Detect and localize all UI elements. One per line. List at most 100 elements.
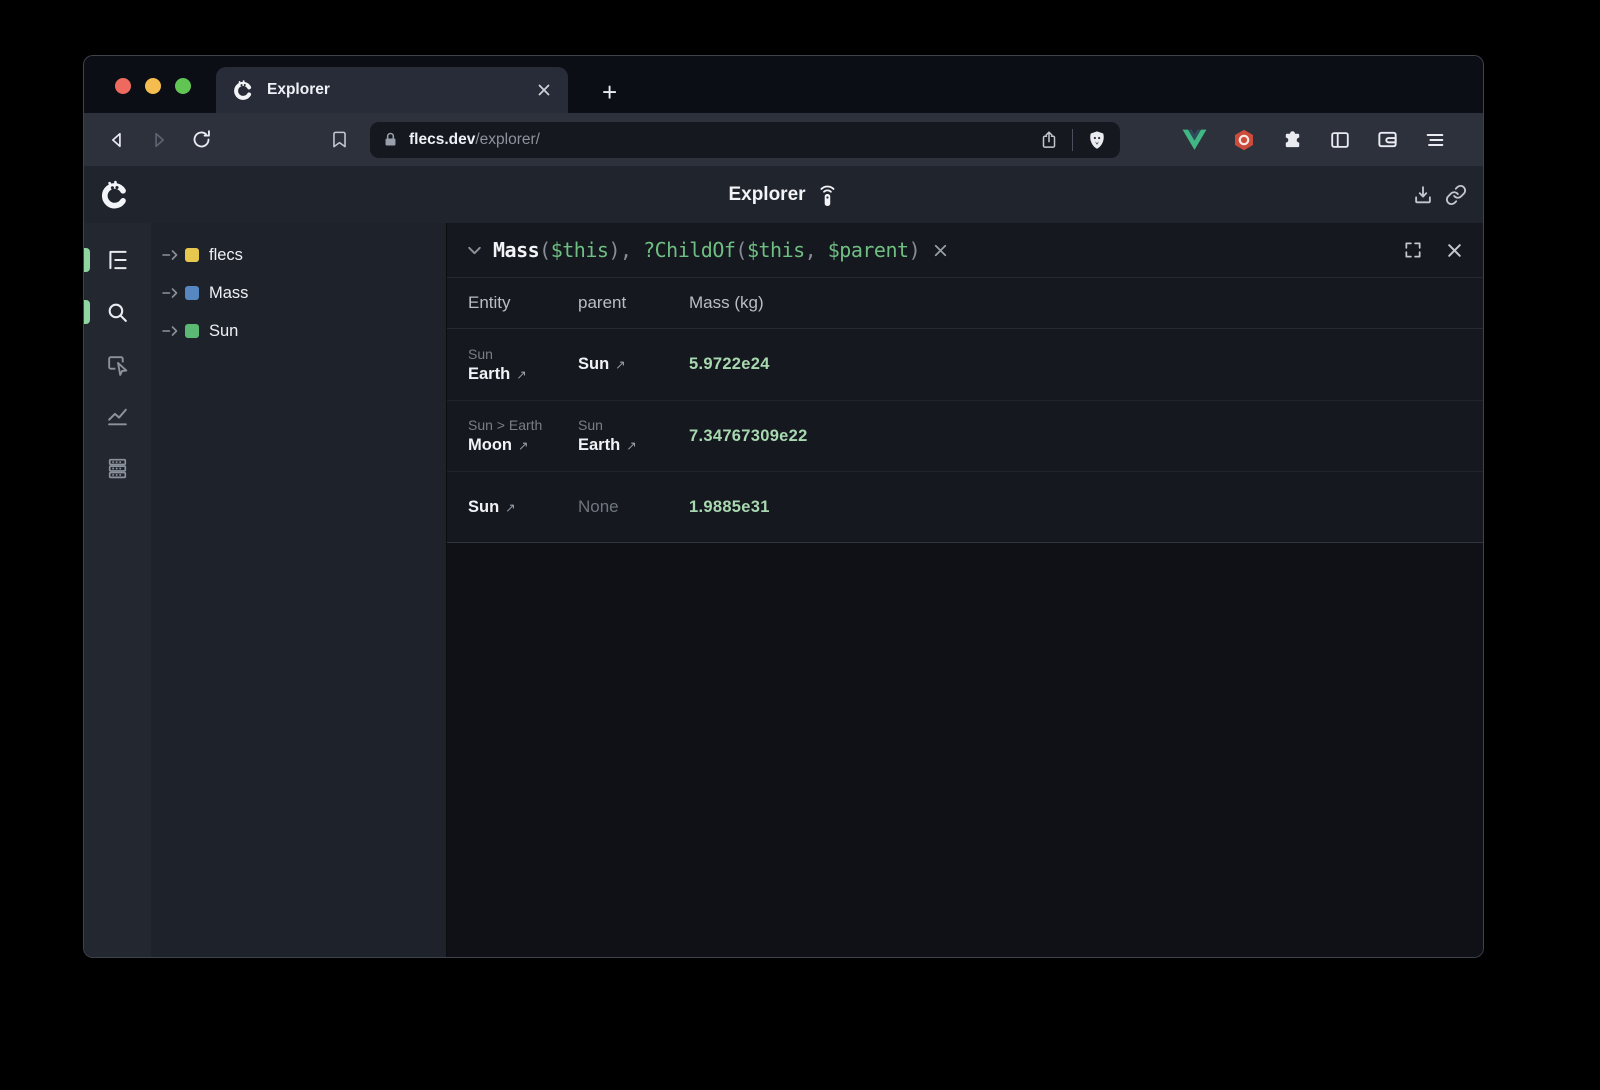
query-token-var: $this <box>551 238 609 262</box>
column-header-mass: Mass (kg) <box>689 293 1483 313</box>
vue-devtools-extension-icon[interactable] <box>1182 129 1207 151</box>
query-token-punct: ) <box>608 238 620 262</box>
query-expression[interactable]: Mass($this), ?ChildOf($this, $parent) <box>493 238 920 262</box>
mass-value: 1.9885e31 <box>689 498 770 516</box>
parent-link[interactable]: Earth↗ <box>578 436 689 455</box>
external-link-icon: ↗ <box>518 439 528 453</box>
hexagon-extension-icon[interactable] <box>1232 128 1256 152</box>
extensions-puzzle-icon[interactable] <box>1281 128 1304 151</box>
mass-value: 5.9722e24 <box>689 355 770 373</box>
column-header-entity: Entity <box>447 293 578 313</box>
chevron-down-icon[interactable] <box>466 242 483 259</box>
copy-link-icon[interactable] <box>1445 184 1467 206</box>
tree-expand-arrow-icon[interactable] <box>161 249 180 261</box>
mass-value: 7.34767309e22 <box>689 427 808 445</box>
active-panel-indicator-search <box>84 300 90 324</box>
explorer-main: flecs Mass Sun Mass($this), ?ChildOf($this… <box>84 223 1483 957</box>
entity-link[interactable]: Sun↗ <box>468 498 578 517</box>
mass-cell: 1.9885e31 <box>689 498 1483 517</box>
tree-expand-arrow-icon[interactable] <box>161 325 180 337</box>
traffic-lights <box>115 78 191 94</box>
table-row: Sun > Earth Moon↗Sun Earth↗7.34767309e22 <box>447 400 1483 471</box>
search-icon[interactable] <box>105 299 131 325</box>
entity-cell: Sun Earth↗ <box>447 346 578 384</box>
tree-item-mass[interactable]: Mass <box>151 274 446 312</box>
entity-link[interactable]: Moon↗ <box>468 436 578 455</box>
flecs-logo-icon <box>99 179 130 210</box>
tables-icon[interactable] <box>105 455 131 481</box>
query-token-var: ?ChildOf <box>643 238 735 262</box>
external-link-icon: ↗ <box>626 439 636 453</box>
external-link-icon: ↗ <box>505 501 515 515</box>
bookmark-icon[interactable] <box>322 123 356 157</box>
column-header-parent: parent <box>578 293 689 313</box>
active-panel-indicator-tree <box>84 248 90 272</box>
url-path: /explorer/ <box>475 131 540 148</box>
explorer-page-header: Explorer <box>84 166 1483 223</box>
results-table-body: SunEarth↗Sun↗5.9722e24Sun > EarthMoon↗Su… <box>447 329 1483 543</box>
query-token-punct: , <box>805 238 828 262</box>
flecs-favicon-icon <box>232 79 254 101</box>
parent-cell: None <box>578 497 689 517</box>
external-link-icon: ↗ <box>516 368 526 382</box>
tab-close-icon[interactable] <box>536 82 552 98</box>
query-token-punct: ( <box>735 238 747 262</box>
query-token-punct: ) <box>909 238 921 262</box>
entity-cell: Sun > Earth Moon↗ <box>447 417 578 455</box>
results-table-header: Entity parent Mass (kg) <box>447 278 1483 329</box>
new-tab-button[interactable]: + <box>602 79 617 105</box>
parent-link[interactable]: Sun↗ <box>578 355 689 374</box>
entity-tree-panel: flecs Mass Sun <box>151 223 446 957</box>
entity-color-swatch <box>185 286 199 300</box>
stats-chart-icon[interactable] <box>105 403 131 429</box>
external-link-icon: ↗ <box>615 358 625 372</box>
query-bar: Mass($this), ?ChildOf($this, $parent) <box>447 223 1483 278</box>
lock-icon <box>382 131 399 148</box>
tree-item-label: Mass <box>209 284 248 303</box>
address-bar[interactable]: flecs.dev/explorer/ <box>370 122 1120 158</box>
download-icon[interactable] <box>1412 184 1434 206</box>
inspector-icon[interactable] <box>105 351 131 377</box>
sidebar-toggle-icon[interactable] <box>1329 129 1351 151</box>
window-zoom-button[interactable] <box>175 78 191 94</box>
query-clear-icon[interactable] <box>932 242 949 259</box>
results-empty-area <box>447 543 1483 957</box>
url-domain: flecs.dev <box>409 131 475 148</box>
tree-view-icon[interactable] <box>105 247 131 273</box>
tree-item-flecs[interactable]: flecs <box>151 236 446 274</box>
table-row: Sun Earth↗Sun↗5.9722e24 <box>447 329 1483 400</box>
query-results-panel: Mass($this), ?ChildOf($this, $parent) En… <box>446 223 1483 957</box>
parent-cell: Sun↗ <box>578 355 689 374</box>
fullscreen-icon[interactable] <box>1403 240 1423 260</box>
address-bar-separator <box>1072 129 1074 151</box>
browser-window: Explorer + <box>83 55 1484 958</box>
url-text: flecs.dev/explorer/ <box>409 131 1039 149</box>
parent-path: Sun <box>578 417 689 433</box>
tree-expand-arrow-icon[interactable] <box>161 287 180 299</box>
close-query-panel-icon[interactable] <box>1445 241 1464 260</box>
mass-cell: 5.9722e24 <box>689 355 1483 374</box>
entity-path: Sun <box>468 346 578 362</box>
wallet-icon[interactable] <box>1376 128 1399 151</box>
query-token-punct: ( <box>539 238 551 262</box>
parent-value: None <box>578 497 689 517</box>
browser-tab-explorer[interactable]: Explorer <box>216 67 568 113</box>
mass-cell: 7.34767309e22 <box>689 427 1483 446</box>
brave-shield-icon[interactable] <box>1086 129 1108 151</box>
back-button[interactable] <box>100 123 134 157</box>
window-close-button[interactable] <box>115 78 131 94</box>
tree-item-sun[interactable]: Sun <box>151 312 446 350</box>
share-icon[interactable] <box>1039 130 1059 150</box>
browser-menu-icon[interactable] <box>1424 129 1446 151</box>
entity-link[interactable]: Earth↗ <box>468 365 578 384</box>
page-title: Explorer <box>728 184 805 206</box>
reload-button[interactable] <box>184 123 218 157</box>
entity-path: Sun > Earth <box>468 417 578 433</box>
table-row: Sun↗None1.9885e31 <box>447 471 1483 542</box>
tab-bar: Explorer + <box>84 56 1483 113</box>
window-minimize-button[interactable] <box>145 78 161 94</box>
remote-connection-icon[interactable] <box>816 182 839 208</box>
forward-button[interactable] <box>142 123 176 157</box>
panel-icon-sidebar <box>84 223 151 957</box>
entity-color-swatch <box>185 324 199 338</box>
